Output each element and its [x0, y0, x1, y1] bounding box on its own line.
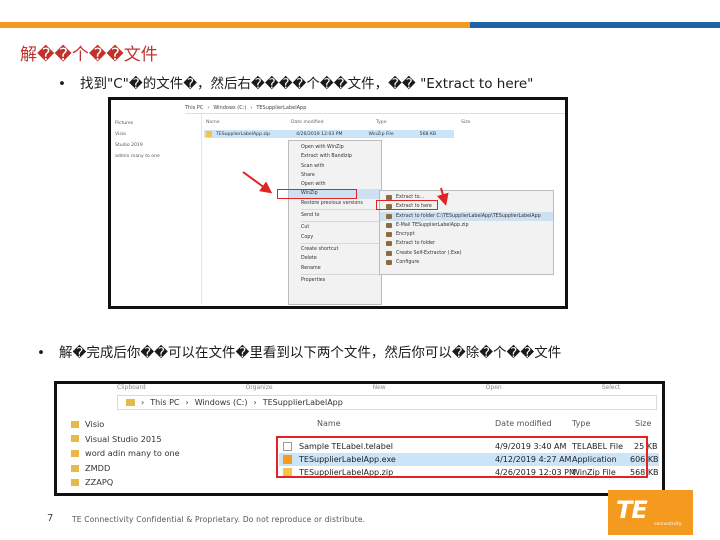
highlight-box-extracted-files [276, 436, 648, 478]
ribbon-new: New [372, 384, 386, 391]
explorer-context-menu-screenshot: This PC › Windows (C:) › TESupplierLabel… [108, 97, 568, 309]
accent-bar-orange [0, 22, 470, 28]
nav-item-label: Visio [85, 419, 105, 429]
nav-pane: Visio Visual Studio 2015 word adin many … [71, 417, 241, 490]
nav-item[interactable]: ZZAPQ [71, 475, 241, 490]
nav-item-label: word adin many to one [85, 448, 180, 459]
breadcrumb-folder[interactable]: TESupplierLabelApp [263, 398, 343, 407]
folder-icon [126, 399, 135, 406]
breadcrumb-windows-c[interactable]: Windows (C:) [195, 398, 248, 407]
ribbon-open: Open [485, 384, 502, 391]
nav-item[interactable]: word adin many to one [71, 446, 241, 461]
folder-icon [71, 420, 79, 428]
ribbon-select: Select [601, 384, 621, 391]
ribbon-clipboard: Clipboard [117, 384, 146, 391]
chevron-right-icon: › [253, 398, 257, 407]
bullet-1: • 找到"C"�的文件�，然后右����个��文件，�� "Extract to … [58, 72, 533, 92]
nav-item[interactable]: ZMDD [71, 461, 241, 476]
slide-title: 解��个��文件 [20, 45, 158, 65]
bullet-2: • 解�完成后你��可以在文件�里看到以下两个文件，然后你可以�除�个��文件 [37, 341, 561, 361]
arrow-to-extract-here [437, 187, 449, 206]
nav-item-label: ZMDD [85, 462, 111, 473]
annotation-arrows [242, 171, 449, 206]
accent-bar-blue [470, 22, 720, 28]
nav-item-label: Visual Studio 2015 [85, 433, 162, 444]
address-bar[interactable]: › This PC › Windows (C:) › TESupplierLab… [117, 395, 657, 410]
explorer-folder-screenshot: Clipboard Organize New Open Select › Thi… [54, 381, 665, 496]
nav-item[interactable]: Visual Studio 2015 [71, 432, 241, 447]
column-type[interactable]: Type [572, 419, 590, 428]
column-name[interactable]: Name [317, 419, 341, 428]
bullet-1-text: 找到"C"�的文件�，然后右����个��文件，�� "Extract to h… [80, 76, 534, 92]
arrow-to-winzip [242, 171, 273, 194]
ribbon-organize: Organize [245, 384, 273, 391]
bullet-dot: • [58, 76, 66, 92]
chevron-right-icon: › [185, 398, 189, 407]
bullet-2-text: 解�完成后你��可以在文件�里看到以下两个文件，然后你可以�除�个��文件 [59, 345, 562, 361]
page-number: 7 [47, 513, 54, 524]
logo-subtext: connectivity [654, 522, 682, 527]
folder-icon [71, 435, 79, 443]
chevron-right-icon: › [141, 398, 145, 407]
nav-item[interactable]: Visio [71, 417, 241, 432]
bullet-dot: • [37, 345, 45, 361]
column-date[interactable]: Date modified [495, 419, 552, 428]
folder-icon [71, 464, 79, 472]
te-logo: TE connectivity [608, 490, 693, 535]
top-accent-bar [0, 22, 720, 28]
nav-item-label: ZZAPQ [85, 477, 114, 488]
footer-confidential: TE Connectivity Confidential & Proprieta… [72, 515, 366, 524]
ribbon-groups: Clipboard Organize New Open Select [57, 384, 662, 391]
breadcrumb-this-pc[interactable]: This PC [150, 398, 179, 407]
logo-text: TE [616, 496, 648, 524]
folder-icon [71, 479, 79, 487]
column-size[interactable]: Size [635, 419, 651, 428]
column-headers: Name Date modified Type Size [297, 419, 651, 433]
folder-icon [71, 449, 79, 457]
